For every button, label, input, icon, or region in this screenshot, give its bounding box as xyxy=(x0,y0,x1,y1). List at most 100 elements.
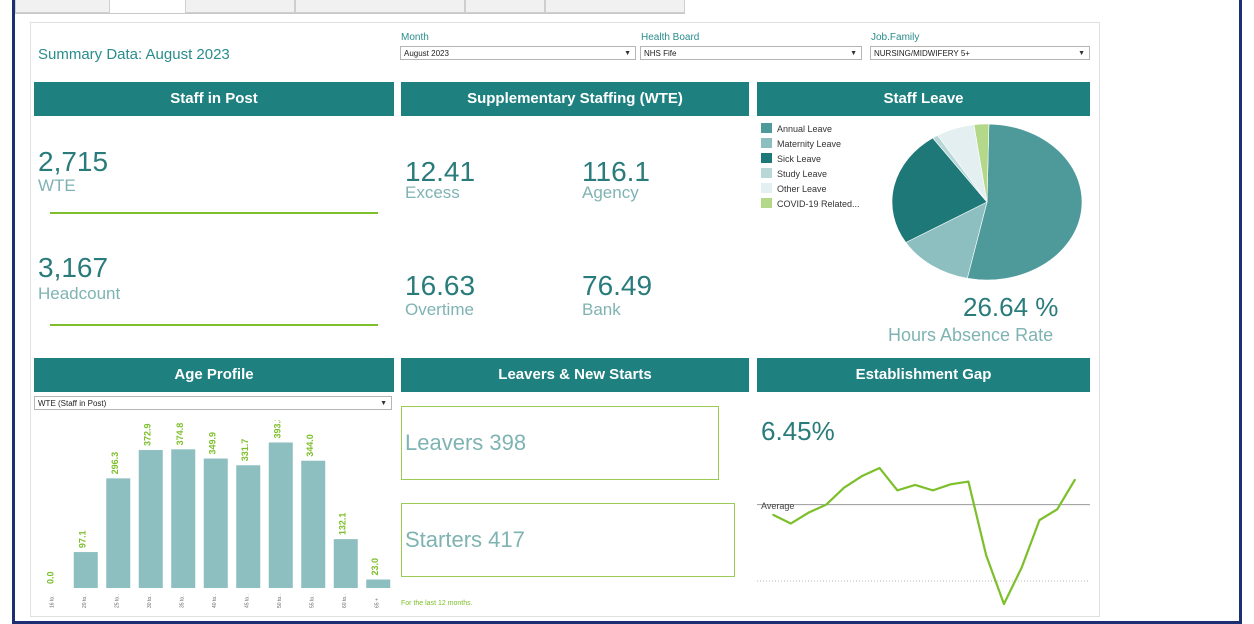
legend-label: COVID-19 Related... xyxy=(777,199,860,209)
gap-point-11 xyxy=(967,480,970,483)
tab-strip xyxy=(15,0,685,14)
age-category-label-8: 55 to.. xyxy=(309,594,315,608)
gap-point-10 xyxy=(949,483,952,486)
gap-point-17 xyxy=(1074,478,1076,481)
gap-point-2 xyxy=(807,511,810,514)
headcount-label: Headcount xyxy=(38,284,121,303)
headcount-trend-line xyxy=(50,324,378,326)
tab-5[interactable] xyxy=(545,0,685,13)
legend-annual-leave[interactable]: Annual Leave xyxy=(761,123,832,135)
age-bar-8 xyxy=(301,460,326,588)
staff-leave-header: Staff Leave xyxy=(757,82,1090,116)
establishment-gap-header: Establishment Gap xyxy=(757,358,1090,392)
age-bar-label-5: 349.9 xyxy=(208,432,218,455)
month-select-value: August 2023 xyxy=(404,49,449,58)
age-category-label-7: 50 to.. xyxy=(277,594,283,608)
wte-trend-line xyxy=(50,212,378,214)
age-bar-7 xyxy=(268,442,293,588)
age-bar-label-8: 344.0 xyxy=(305,434,315,457)
absence-rate-value: 26.64 % xyxy=(963,292,1059,322)
gap-point-12 xyxy=(985,554,987,557)
legend-covid-related[interactable]: COVID-19 Related... xyxy=(761,198,860,210)
age-bar-label-2: 296.3 xyxy=(110,452,120,475)
age-category-label-6: 45 to.. xyxy=(244,594,250,608)
age-profile-measure-value: WTE (Staff in Post) xyxy=(38,399,107,408)
gap-point-15 xyxy=(1038,519,1041,521)
leavers-footnote: For the last 12 months. xyxy=(401,600,473,607)
gap-point-7 xyxy=(896,489,899,492)
age-bar-5 xyxy=(203,458,228,588)
legend-label: Maternity Leave xyxy=(777,139,842,149)
age-category-label-0: 16 to.. xyxy=(49,594,55,608)
tab-2[interactable] xyxy=(185,0,295,13)
gap-point-9 xyxy=(932,489,934,492)
legend-swatch xyxy=(761,123,772,133)
gap-point-6 xyxy=(878,467,881,469)
age-bar-label-9: 132.1 xyxy=(338,513,348,536)
bank-label: Bank xyxy=(582,300,621,319)
establishment-gap-series-line xyxy=(772,466,1076,606)
legend-sick-leave[interactable]: Sick Leave xyxy=(761,153,821,165)
leavers-new-starts-header: Leavers & New Starts xyxy=(401,358,749,392)
age-bar-4 xyxy=(171,449,196,588)
age-profile-measure-select[interactable]: WTE (Staff in Post) ▼ xyxy=(34,396,392,410)
legend-swatch xyxy=(761,138,772,148)
age-bar-2 xyxy=(106,478,131,588)
staff-leave-pie-chart xyxy=(891,123,1083,281)
tab-3[interactable] xyxy=(295,0,465,13)
legend-other-leave[interactable]: Other Leave xyxy=(761,183,827,195)
month-filter-label: Month xyxy=(401,32,429,43)
age-profile-header: Age Profile xyxy=(34,358,394,392)
average-label: Average xyxy=(761,501,795,511)
age-bar-label-1: 97.1 xyxy=(78,531,88,549)
age-profile-bar-chart: 0.0 16 to.. 97.1 20 to.. 296.3 25 to.. 372.9 30… xyxy=(45,420,391,608)
excess-label: Excess xyxy=(405,183,460,202)
bank-value: 76.49 xyxy=(582,270,653,301)
job-family-filter-label: Job.Family xyxy=(871,32,920,43)
gap-point-13 xyxy=(1003,603,1005,605)
age-category-label-3: 30 to.. xyxy=(147,594,153,608)
month-select[interactable]: August 2023 ▼ xyxy=(400,46,636,60)
gap-point-14 xyxy=(1020,566,1023,569)
establishment-gap-value: 6.45% xyxy=(761,416,835,446)
gap-point-0 xyxy=(772,513,774,516)
legend-label: Study Leave xyxy=(777,169,828,179)
age-bar-label-4: 374.8 xyxy=(175,423,185,446)
age-category-label-5: 40 to.. xyxy=(212,594,218,608)
job-family-select-value: NURSING/MIDWIFERY 5+ xyxy=(874,49,970,58)
leavers-text: Leavers 398 xyxy=(405,430,527,455)
chevron-down-icon: ▼ xyxy=(624,50,631,57)
legend-label: Other Leave xyxy=(777,184,827,194)
gap-point-1 xyxy=(789,522,792,525)
health-board-select[interactable]: NHS Fife ▼ xyxy=(640,46,862,60)
overtime-value: 16.63 xyxy=(405,270,476,301)
age-bar-9 xyxy=(333,539,358,588)
tab-4[interactable] xyxy=(465,0,545,13)
headcount-value: 3,167 xyxy=(38,252,109,283)
age-category-label-1: 20 to.. xyxy=(82,594,88,608)
gap-point-4 xyxy=(843,486,845,489)
legend-swatch xyxy=(761,183,772,193)
starters-text: Starters 417 xyxy=(405,527,525,552)
agency-label: Agency xyxy=(582,183,639,202)
age-bar-10 xyxy=(366,579,391,588)
tab-1[interactable] xyxy=(15,0,110,13)
job-family-select[interactable]: NURSING/MIDWIFERY 5+ ▼ xyxy=(870,46,1090,60)
chevron-down-icon: ▼ xyxy=(1078,50,1085,57)
establishment-gap-line-chart xyxy=(757,466,1090,606)
wte-value: 2,715 xyxy=(38,146,109,177)
legend-label: Sick Leave xyxy=(777,154,822,164)
legend-swatch xyxy=(761,198,772,208)
legend-study-leave[interactable]: Study Leave xyxy=(761,168,827,180)
age-category-label-10: 65 + xyxy=(374,598,380,608)
age-category-label-2: 25 to.. xyxy=(114,594,120,608)
age-bar-label-3: 372.9 xyxy=(143,423,153,446)
age-bar-3 xyxy=(138,450,163,588)
health-board-select-value: NHS Fife xyxy=(644,49,677,58)
age-bar-label-10: 23.0 xyxy=(370,558,380,576)
legend-maternity-leave[interactable]: Maternity Leave xyxy=(761,138,841,150)
age-bar-label-0: 0.0 xyxy=(45,571,55,584)
wte-label: WTE xyxy=(38,176,76,195)
overtime-label: Overtime xyxy=(405,300,474,319)
gap-point-3 xyxy=(825,503,828,506)
